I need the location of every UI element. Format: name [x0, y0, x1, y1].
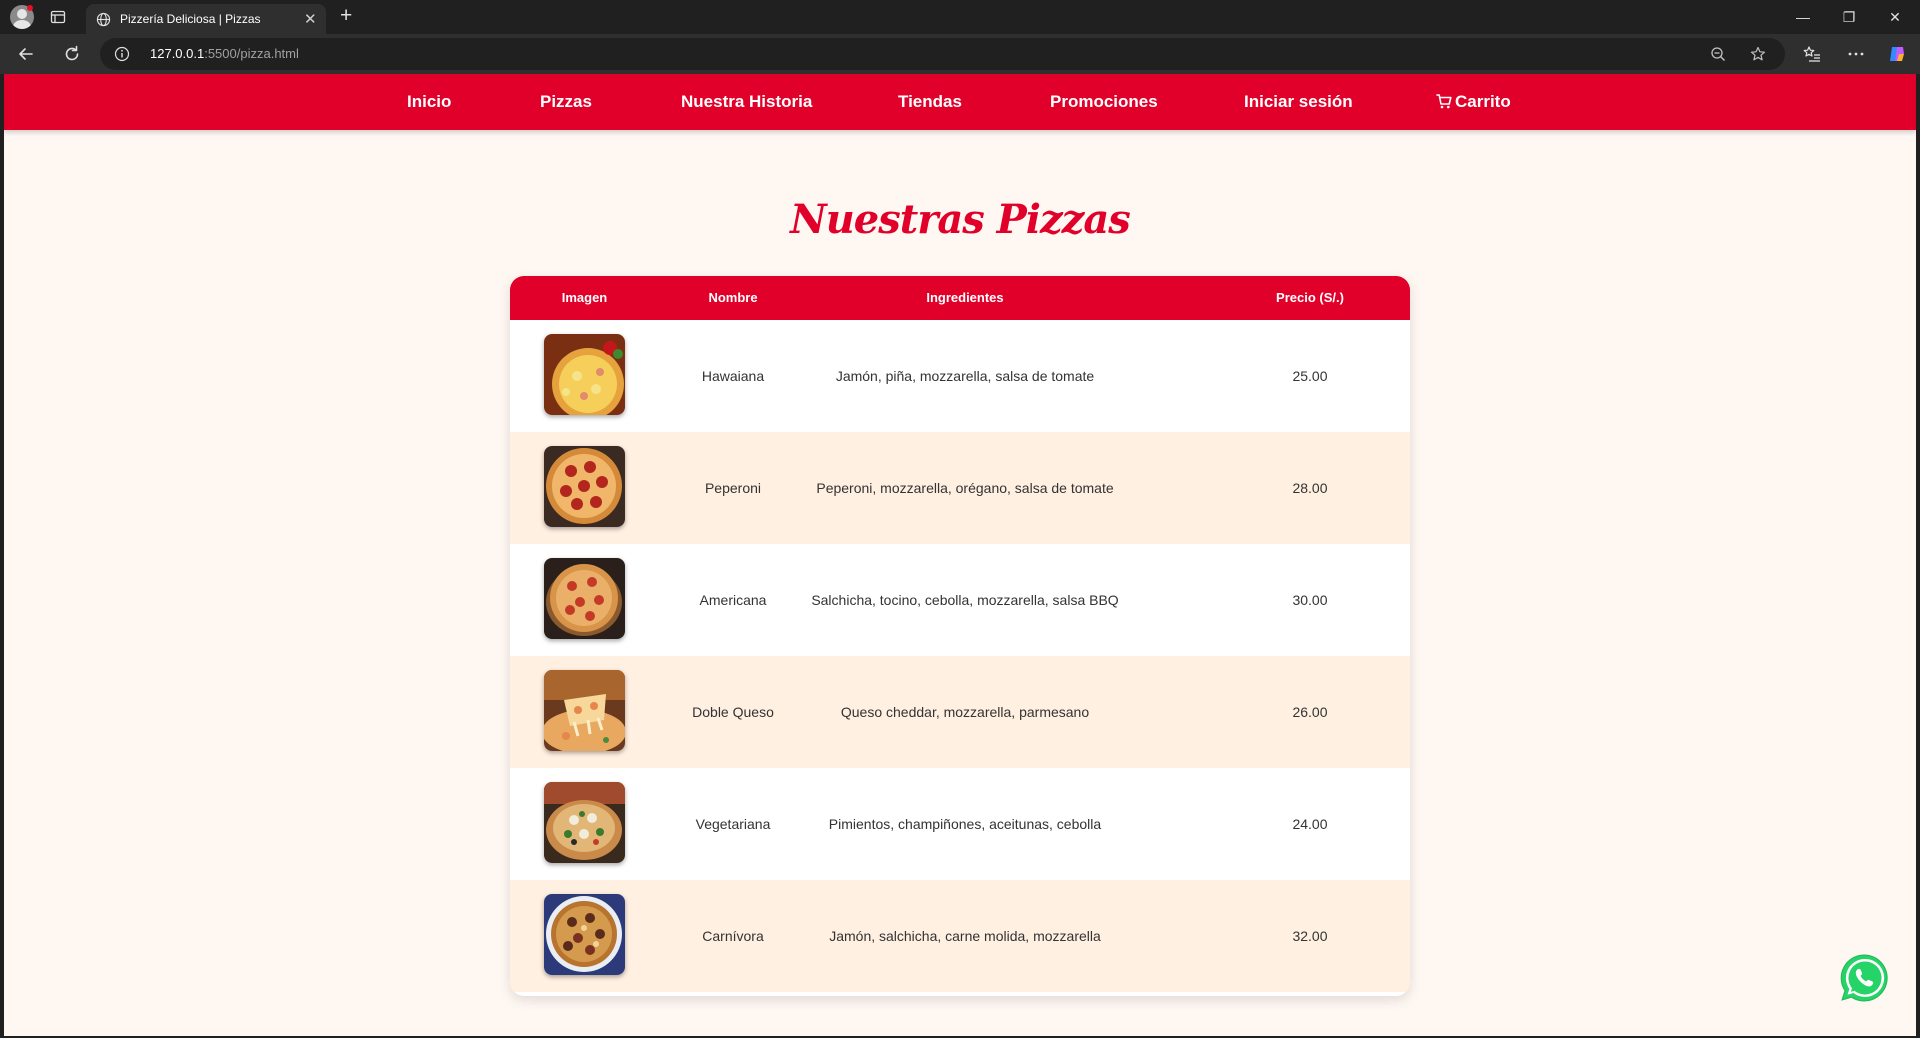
notification-dot	[27, 5, 33, 11]
whatsapp-icon[interactable]	[1838, 952, 1890, 1004]
page-viewport: Inicio Pizzas Nuestra Historia Tiendas P…	[4, 74, 1916, 1036]
pizza-price: 26.00	[1292, 704, 1328, 720]
pizza-price: 32.00	[1292, 928, 1328, 944]
plus-icon[interactable]: +	[340, 4, 352, 28]
pizza-ingredients: Salchicha, tocino, cebolla, mozzarella, …	[811, 592, 1119, 608]
pizza-table: Imagen Nombre Ingredientes Precio (S/.) …	[510, 276, 1410, 996]
pizza-ingredients: Jamón, salchicha, carne molida, mozzarel…	[829, 928, 1101, 944]
pizza-price: 25.00	[1292, 368, 1328, 384]
nav-iniciar-sesion[interactable]: Iniciar sesión	[1244, 92, 1353, 112]
nav-carrito-label: Carrito	[1455, 92, 1511, 111]
page-title: Nuestras Pizzas	[790, 196, 1131, 243]
pizza-ingredients: Jamón, piña, mozzarella, salsa de tomate	[835, 368, 1095, 384]
header-ingredientes: Ingredientes	[926, 290, 1004, 305]
copilot-icon[interactable]	[1888, 45, 1906, 63]
table-row: Peperoni Peperoni, mozzarella, orégano, …	[510, 432, 1410, 544]
url-text: 127.0.0.1:5500/pizza.html	[150, 46, 299, 61]
globe-icon	[96, 12, 111, 27]
nav-pizzas[interactable]: Pizzas	[540, 92, 592, 112]
pizza-ingredients: Peperoni, mozzarella, orégano, salsa de …	[816, 480, 1114, 496]
pizza-name: Americana	[699, 592, 767, 608]
table-row: Carnívora Jamón, salchicha, carne molida…	[510, 880, 1410, 992]
header-imagen: Imagen	[561, 290, 608, 305]
nav-carrito[interactable]: Carrito	[1436, 92, 1511, 112]
table-header: Imagen Nombre Ingredientes Precio (S/.)	[510, 276, 1410, 320]
nav-promociones[interactable]: Promociones	[1050, 92, 1158, 112]
table-row: Doble Queso Queso cheddar, mozzarella, p…	[510, 656, 1410, 768]
pizza-name: Hawaiana	[701, 368, 765, 384]
close-window-button[interactable]: ✕	[1872, 6, 1918, 28]
pizza-price: 30.00	[1292, 592, 1328, 608]
pizza-hawaiana-photo	[544, 334, 625, 415]
header-precio: Precio (S/.)	[1276, 290, 1344, 305]
pizza-doble-queso-photo	[544, 670, 625, 751]
back-icon[interactable]	[16, 44, 36, 64]
address-bar-row: 127.0.0.1:5500/pizza.html	[0, 34, 1920, 74]
pizza-name: Doble Queso	[692, 704, 774, 720]
nav-tiendas[interactable]: Tiendas	[898, 92, 962, 112]
browser-tab[interactable]: Pizzería Deliciosa | Pizzas ✕	[86, 4, 326, 34]
reload-icon[interactable]	[62, 44, 82, 64]
tab-title: Pizzería Deliciosa | Pizzas	[120, 12, 261, 26]
url-field[interactable]: 127.0.0.1:5500/pizza.html	[100, 38, 1785, 70]
favorites-icon[interactable]	[1803, 45, 1821, 63]
cart-icon	[1436, 94, 1452, 109]
tabs-icon[interactable]	[50, 9, 66, 25]
pizza-peperoni-photo	[544, 446, 625, 527]
header-nombre: Nombre	[708, 290, 758, 305]
nav-inicio[interactable]: Inicio	[407, 92, 451, 112]
close-icon[interactable]: ✕	[304, 10, 317, 28]
table-row: Americana Salchicha, tocino, cebolla, mo…	[510, 544, 1410, 656]
browser-tab-bar: Pizzería Deliciosa | Pizzas ✕ + — ❐ ✕	[0, 0, 1920, 34]
table-row: Vegetariana Pimientos, champiñones, acei…	[510, 768, 1410, 880]
zoom-icon[interactable]	[1710, 46, 1726, 62]
table-row: Hawaiana Jamón, piña, mozzarella, salsa …	[510, 320, 1410, 432]
pizza-americana-photo	[544, 558, 625, 639]
minimize-button[interactable]: —	[1780, 6, 1826, 28]
pizza-ingredients: Queso cheddar, mozzarella, parmesano	[840, 704, 1090, 720]
main-navbar: Inicio Pizzas Nuestra Historia Tiendas P…	[4, 74, 1916, 130]
pizza-name: Vegetariana	[695, 816, 771, 832]
star-icon[interactable]	[1750, 46, 1766, 62]
pizza-vegetariana-photo	[544, 782, 625, 863]
pizza-price: 28.00	[1292, 480, 1328, 496]
pizza-ingredients: Pimientos, champiñones, aceitunas, cebol…	[828, 816, 1102, 832]
pizza-name: Peperoni	[704, 480, 762, 496]
pizza-price: 24.00	[1292, 816, 1328, 832]
pizza-name: Carnívora	[702, 928, 764, 944]
more-icon[interactable]	[1847, 45, 1865, 63]
pizza-carnivora-photo	[544, 894, 625, 975]
info-icon[interactable]	[114, 46, 130, 62]
nav-nuestra-historia[interactable]: Nuestra Historia	[681, 92, 812, 112]
restore-button[interactable]: ❐	[1826, 6, 1872, 28]
